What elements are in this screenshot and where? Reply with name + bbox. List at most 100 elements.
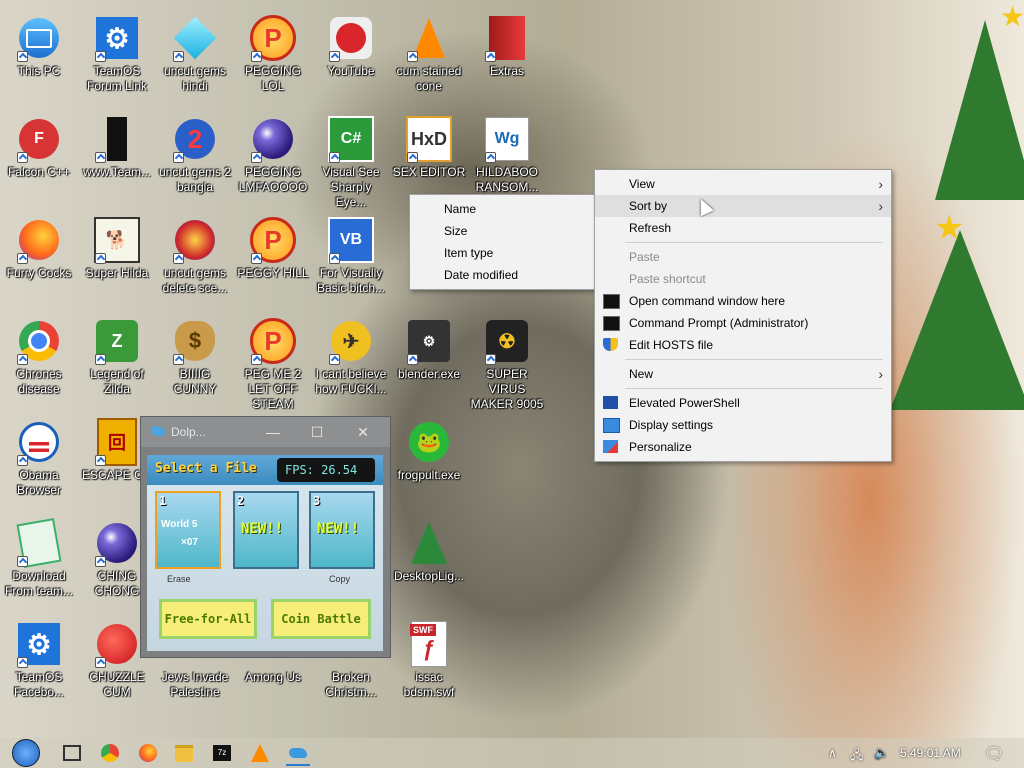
desktop-icon-pegging-lol[interactable]: P PEGGING LOL: [234, 8, 312, 106]
dolphin-window[interactable]: Dolp... — ☐ ✕ Select a File FPS: 26.54 1…: [140, 416, 391, 658]
game-screen[interactable]: Select a File FPS: 26.54 1 World 5 ×07 2…: [147, 455, 383, 651]
desktop-icon-hildaboo[interactable]: Wg HILDABOO RANSOM...: [468, 109, 546, 207]
desktop-icon-desktoplights[interactable]: DesktopLig...: [390, 513, 468, 611]
save-slot-1[interactable]: 1 World 5 ×07: [155, 491, 221, 569]
desktop-icon-visual-see-sharply[interactable]: C# Visual See Sharply Eye...: [312, 109, 390, 209]
desktop-icon-uncut-gems-2[interactable]: 2 uncut gems 2 bangla: [156, 109, 234, 207]
desktop-icon-uncut-gems-hindi[interactable]: uncut gems hindi: [156, 8, 234, 106]
desktop-icon-falcon[interactable]: F Falcon C++: [0, 109, 78, 207]
taskbar-chrome[interactable]: [98, 742, 122, 764]
save-slot-2[interactable]: 2 NEW!!: [233, 491, 299, 569]
maximize-button[interactable]: ☐: [299, 421, 335, 443]
desktop-icon-cone[interactable]: cum stained cone: [390, 8, 468, 106]
desktop-icon-i-cant-believe[interactable]: ✈ I cant believe how FUCKI...: [312, 311, 390, 409]
desktop-icon-super-hilda[interactable]: 🐕 Super Hilda: [78, 210, 156, 308]
desktop-icon-obama[interactable]: Obama Browser: [0, 412, 78, 510]
menu-item-view[interactable]: View ›: [595, 173, 891, 195]
notification-icon[interactable]: 🗨: [984, 744, 1004, 764]
menu-item-refresh[interactable]: Refresh: [595, 217, 891, 239]
desktop-icon-uncut-gems-delete[interactable]: uncut gems delete sce...: [156, 210, 234, 308]
taskbar-file-explorer[interactable]: [172, 742, 196, 764]
desktop-icon-firefox[interactable]: Furry Cocks: [0, 210, 78, 308]
desktop-icon-chrome[interactable]: Chrones disease: [0, 311, 78, 409]
minimize-button[interactable]: —: [255, 421, 291, 443]
menu-item-label: Elevated PowerShell: [629, 396, 740, 410]
menu-item-item-type[interactable]: Item type: [410, 242, 595, 264]
taskbar-7zip[interactable]: 7z: [210, 742, 234, 764]
desktop-icon-biiiig-cunny[interactable]: $ BIIIIG CUNNY: [156, 311, 234, 409]
menu-item-date-modified[interactable]: Date modified: [410, 264, 595, 286]
copy-button[interactable]: Copy: [329, 574, 350, 584]
desktop-icon-pegging-lmfao[interactable]: PEGGING LMFAOOOO: [234, 109, 312, 207]
icon-label: Broken Christm...: [325, 670, 377, 699]
slot-new-label: NEW!!: [317, 521, 360, 537]
desktop-icon-legend-zilda[interactable]: Z Legend of Zilda: [78, 311, 156, 409]
desktop-icon-blender[interactable]: ⚙ blender.exe: [390, 311, 468, 409]
dolphin-title-bar[interactable]: Dolp... — ☐ ✕: [141, 417, 390, 447]
menu-item-command-prompt-admin[interactable]: Command Prompt (Administrator): [595, 312, 891, 334]
close-button[interactable]: ✕: [345, 421, 381, 443]
menu-separator: [625, 388, 883, 389]
christmas-tree-decoration-lower: [890, 230, 1024, 410]
menu-item-new[interactable]: New ›: [595, 363, 891, 385]
desktop-icon-www-team[interactable]: www.Team...: [78, 109, 156, 207]
game-title: Select a File: [155, 461, 257, 476]
coin-battle-button[interactable]: Coin Battle: [271, 599, 371, 639]
menu-item-paste: Paste: [629, 250, 660, 264]
menu-item-sort-by[interactable]: Sort by ›: [595, 195, 891, 217]
free-for-all-button[interactable]: Free-for-All: [159, 599, 257, 639]
icon-label: cum stained cone: [396, 64, 462, 93]
sort-by-submenu: Name Size Item type Date modified: [409, 194, 596, 290]
menu-item-elevated-powershell[interactable]: Elevated PowerShell: [595, 392, 891, 414]
menu-item-edit-hosts[interactable]: Edit HOSTS file: [595, 334, 891, 356]
volume-icon[interactable]: 🔈: [874, 746, 889, 760]
icon-label: Download From team...: [4, 569, 73, 598]
desktop-icon-peg-me-2[interactable]: P PEG ME 2 LET OFF STEAM: [234, 311, 312, 411]
desktop-icon-this-pc[interactable]: This PC: [0, 8, 78, 106]
frog-icon: 🐸: [409, 422, 449, 462]
desktop-icon-for-visually-basic[interactable]: VB For Visually Basic bitch...: [312, 210, 390, 308]
taskbar-dolphin[interactable]: [286, 742, 310, 766]
save-slot-3[interactable]: 3 NEW!!: [309, 491, 375, 569]
desktop-icon-extras[interactable]: Extras: [468, 8, 546, 106]
slot-number: 2: [237, 494, 245, 508]
menu-item-label: Display settings: [629, 418, 714, 432]
slot-number: 1: [159, 494, 167, 508]
desktop-icon-youtube[interactable]: YouTube: [312, 8, 390, 106]
menu-item-open-command-window[interactable]: Open command window here: [595, 290, 891, 312]
icon-label: frogpult.exe: [397, 468, 461, 482]
desktop-icon-issac-swf[interactable]: SWF ƒ issac bdsm.swf: [390, 614, 468, 712]
desktop-icon-sex-editor[interactable]: HxD SEX EDITOR: [390, 109, 468, 207]
menu-item-label: View: [629, 177, 655, 191]
menu-item-paste-shortcut: Paste shortcut: [629, 272, 706, 286]
chevron-up-icon[interactable]: ∧: [828, 746, 837, 760]
icon-label: For Visually Basic bitch...: [316, 266, 386, 295]
dolphin-icon: [289, 748, 307, 758]
menu-item-display-settings[interactable]: Display settings: [595, 414, 891, 436]
desktop-icon-teamos-facebook[interactable]: ⚙ TeamOS Facebo...: [0, 614, 78, 712]
fps-counter: FPS: 26.54: [277, 458, 375, 482]
menu-item-size[interactable]: Size: [410, 220, 595, 242]
icon-label: PEGGY HILL: [237, 266, 309, 280]
swf-file-icon: SWF ƒ: [410, 621, 447, 667]
icon-label: Furry Cocks: [6, 266, 72, 280]
7zip-icon: 7z: [213, 745, 231, 761]
start-button[interactable]: [8, 739, 44, 767]
desktop-icon-download[interactable]: Download From team...: [0, 513, 78, 611]
desktop-icon-frogpult[interactable]: 🐸 frogpult.exe: [390, 412, 468, 510]
menu-item-personalize[interactable]: Personalize: [595, 436, 891, 458]
taskbar-vlc[interactable]: [248, 742, 272, 764]
icon-label: Falcon C++: [7, 165, 71, 179]
desktop-icon-peggy-hill[interactable]: P PEGGY HILL: [234, 210, 312, 308]
erase-button[interactable]: Erase: [167, 574, 191, 584]
menu-item-name[interactable]: Name: [410, 198, 595, 220]
taskbar-clock[interactable]: 5:49:01 AM: [900, 746, 961, 760]
icon-label: uncut gems hindi: [163, 64, 227, 93]
desktop-icon-super-virus-maker[interactable]: ☢ SUPER VIRUS MAKER 9005: [468, 311, 546, 411]
taskbar-firefox[interactable]: [136, 742, 160, 764]
shield-icon: [603, 338, 618, 351]
desktop-icon-teamos-forum[interactable]: ⚙ TeamOS Forum Link: [78, 8, 156, 106]
network-icon[interactable]: 🖧: [850, 746, 863, 767]
chevron-right-icon: ›: [878, 198, 883, 214]
task-view-button[interactable]: [60, 742, 84, 764]
